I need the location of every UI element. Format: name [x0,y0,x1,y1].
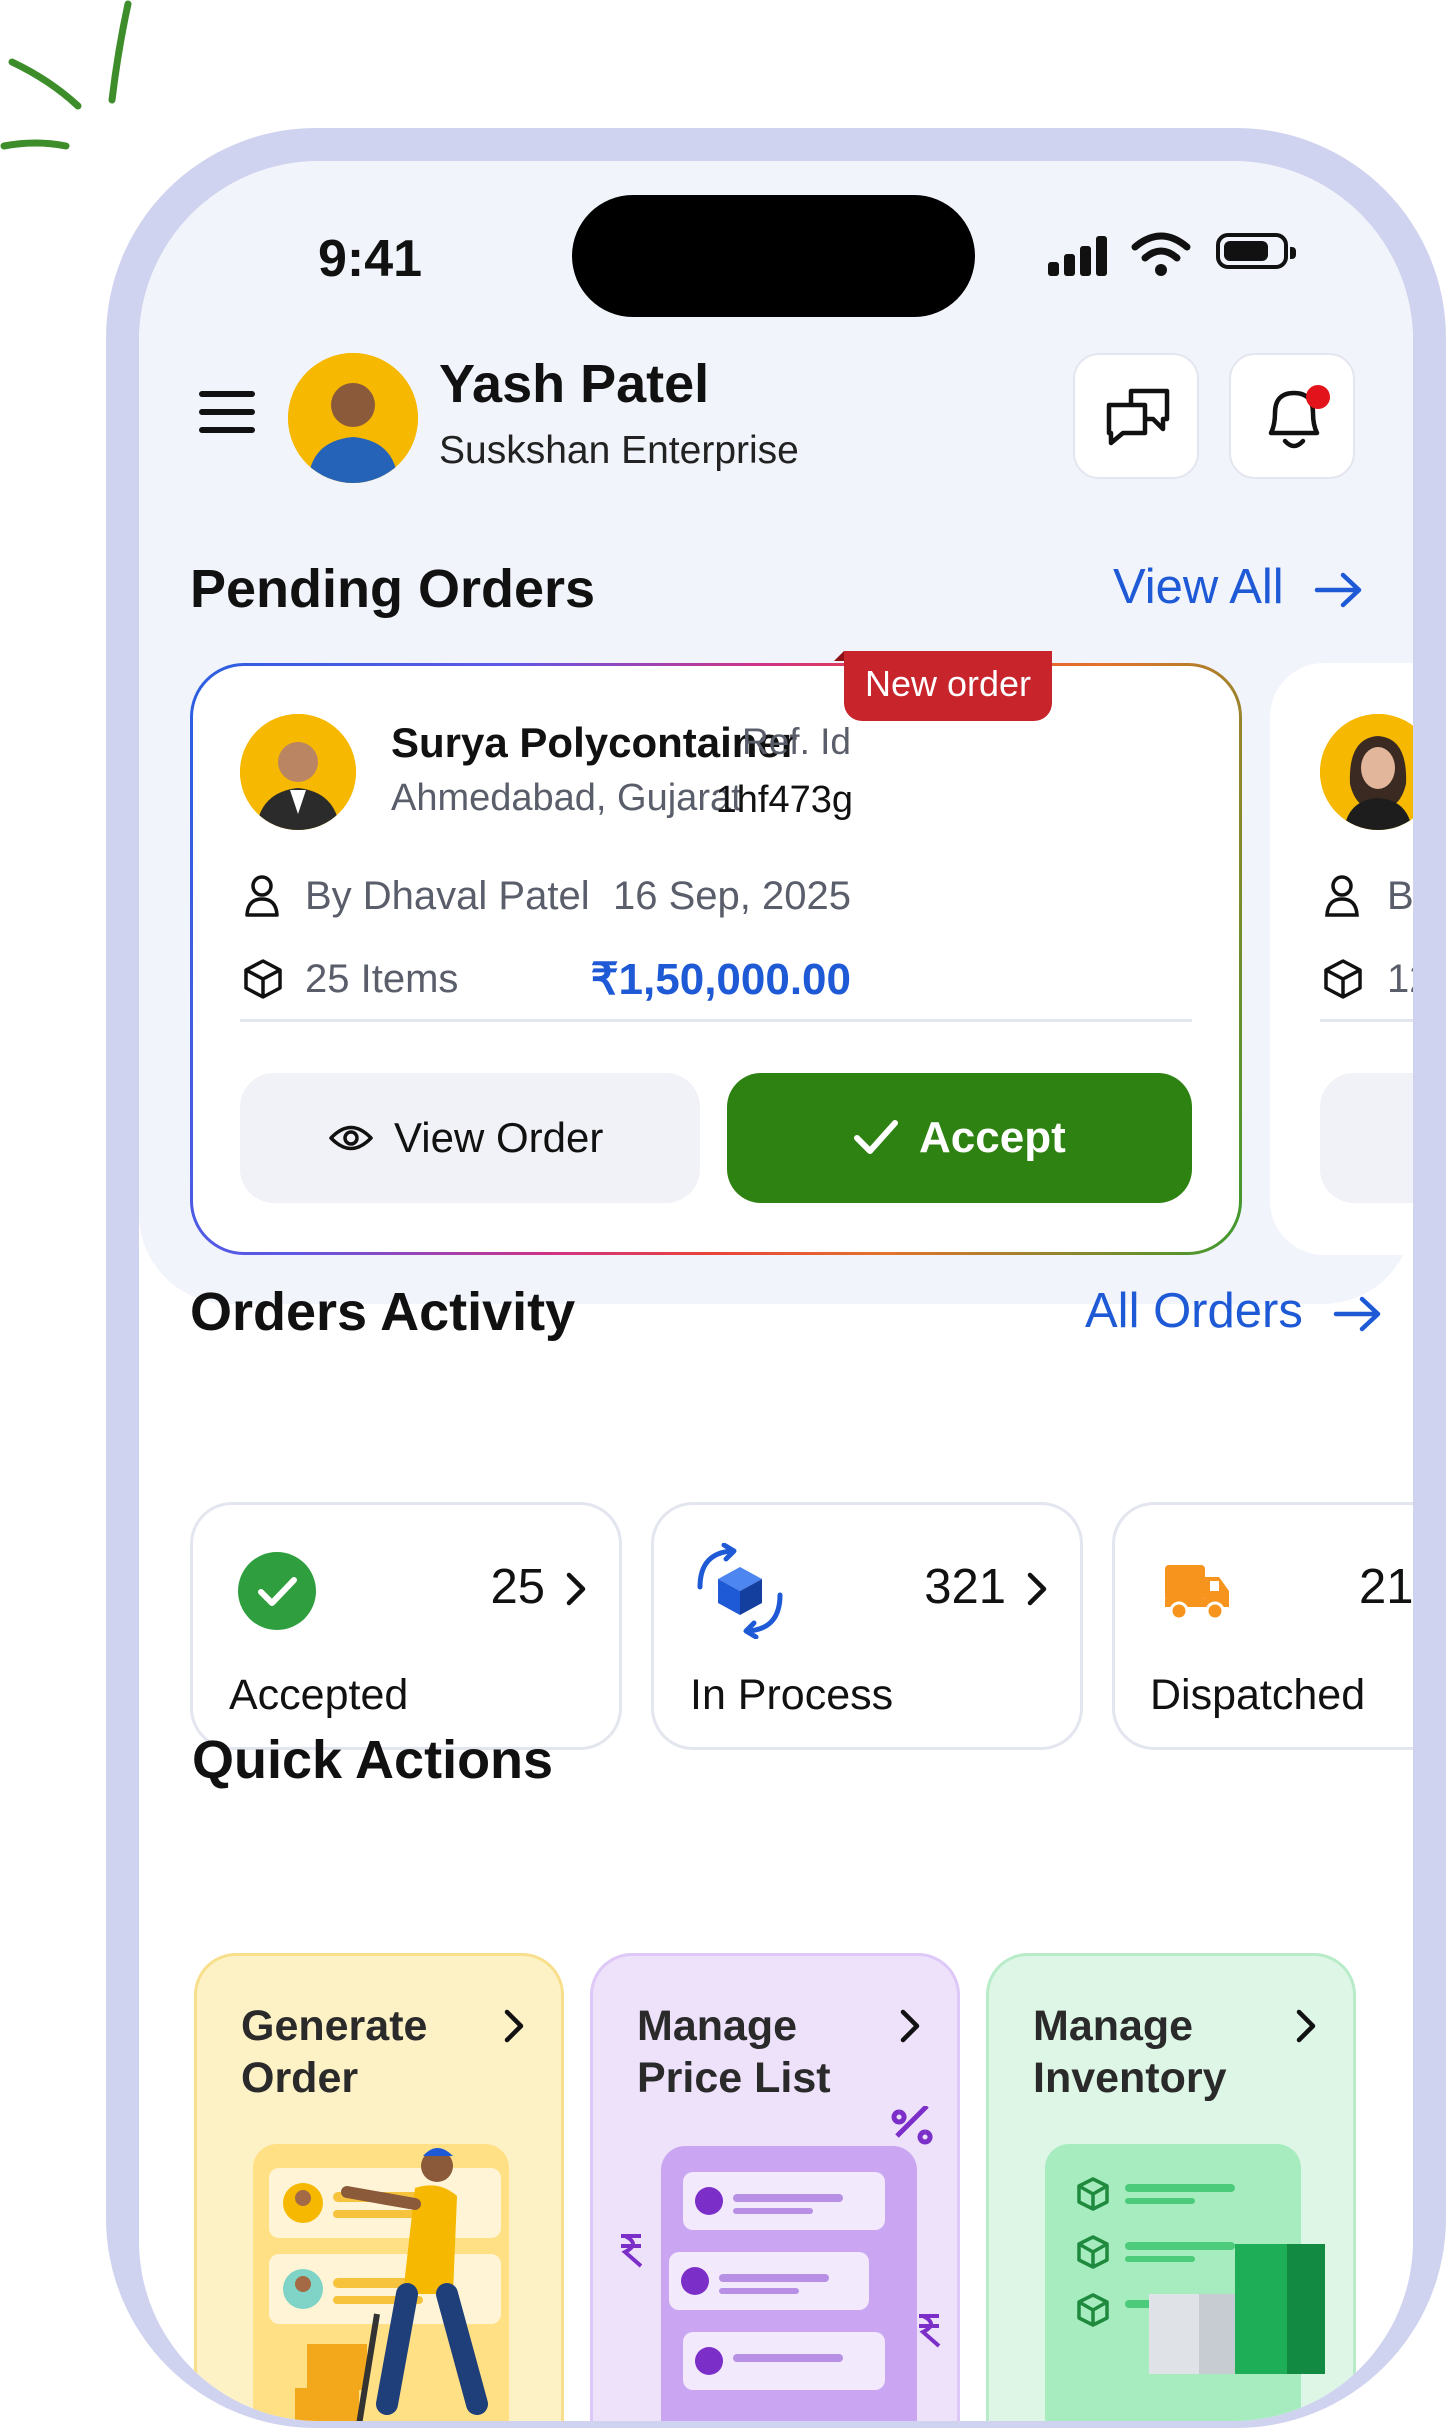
all-orders-label: All Orders [1085,1284,1303,1338]
person-icon [245,875,279,917]
processing-cube-icon [697,1543,783,1639]
ref-id-value: 1hf473g [715,779,853,821]
pending-orders-title: Pending Orders [190,559,596,619]
customer-avatar-2 [1320,714,1413,830]
check-circle-icon [238,1552,316,1630]
arrow-right-icon [1334,1296,1381,1332]
ordered-by-partial: B [1387,874,1413,918]
price-list-illustration [621,2106,941,2421]
box-icon [1324,959,1362,999]
check-icon [854,1120,898,1154]
menu-icon[interactable] [199,391,255,445]
customer-avatar [240,714,356,830]
dispatched-label: Dispatched [1150,1671,1366,1719]
card-2-divider [1320,1019,1413,1022]
battery-icon [1216,233,1296,269]
accept-button[interactable]: Accept [727,1073,1192,1203]
ref-id-label: Ref. Id [742,721,851,762]
view-all-label: View All [1113,560,1284,614]
manage-price-list-card[interactable]: Manage Price List [590,1953,960,2421]
manage-price-list-title: Manage Price List [637,2002,831,2102]
manage-inventory-card[interactable]: Manage Inventory [986,1953,1356,2421]
items-count: 25 Items [305,957,459,1001]
order-date: 16 Sep, 2025 [613,874,851,918]
phone-screen: 9:41 Yash Patel Suskshan Enterprise Pend [139,161,1413,2421]
in-process-label: In Process [690,1671,894,1719]
eye-icon [329,1125,373,1151]
orders-activity-title: Orders Activity [190,1282,576,1342]
generate-order-title: Generate Order [241,2002,428,2102]
status-time: 9:41 [318,230,423,288]
generate-order-card[interactable]: Generate Order [194,1953,564,2421]
pending-order-card-2[interactable]: B 12 [1270,663,1413,1255]
items-count-partial: 12 [1387,957,1413,1001]
chevron-right-icon [566,1572,586,1606]
customer-avatar-image [240,714,356,830]
chat-icon [1106,388,1170,446]
view-all-link[interactable]: View All [1113,559,1365,615]
activity-card-dispatched[interactable]: 21 Dispatched [1112,1502,1413,1750]
all-orders-link[interactable]: All Orders [1085,1283,1384,1339]
accepted-label: Accepted [229,1671,409,1719]
view-order-button[interactable]: View Order [240,1073,700,1203]
in-process-count: 321 [924,1560,1006,1614]
card-divider [240,1019,1192,1022]
company-name: Suskshan Enterprise [439,429,799,472]
accept-label: Accept [919,1113,1066,1162]
manage-inventory-title: Manage Inventory [1033,2002,1227,2102]
dispatched-count: 21 [1359,1560,1413,1614]
customer-name: Surya Polycontainer [391,719,798,766]
dynamic-island [572,195,975,317]
accepted-count: 25 [490,1560,545,1614]
bell-icon [1268,385,1330,449]
ordered-by: By Dhaval Patel [305,874,590,918]
view-order-label: View Order [394,1114,604,1161]
quick-actions-title: Quick Actions [192,1730,554,1790]
card-2-view-button[interactable] [1320,1073,1413,1203]
wifi-icon [1131,232,1191,276]
activity-card-in-process[interactable]: 321 In Process [651,1502,1083,1750]
customer-avatar-2-image [1320,714,1413,830]
user-avatar[interactable] [288,353,418,483]
chevron-right-icon [900,2009,920,2043]
user-name: Yash Patel [439,354,710,414]
messages-button[interactable] [1073,353,1199,479]
chevron-right-icon [504,2009,524,2043]
inventory-illustration [1045,2144,1325,2421]
generate-order-illustration [253,2144,509,2421]
chevron-right-icon [1027,1572,1047,1606]
new-order-badge: New order [834,651,1052,721]
chevron-right-icon [1296,2009,1316,2043]
user-avatar-image [288,353,418,483]
box-icon [244,959,282,999]
order-amount: ₹1,50,000.00 [590,955,851,1004]
delivery-truck-icon [1165,1565,1229,1621]
activity-card-accepted[interactable]: 25 Accepted [190,1502,622,1750]
sparkle-decoration-icon [0,0,132,150]
arrow-right-icon [1315,572,1362,608]
person-icon [1325,875,1359,917]
cellular-signal-icon [1048,236,1108,276]
customer-location: Ahmedabad, Gujarat [391,777,742,819]
notifications-button[interactable] [1229,353,1355,479]
